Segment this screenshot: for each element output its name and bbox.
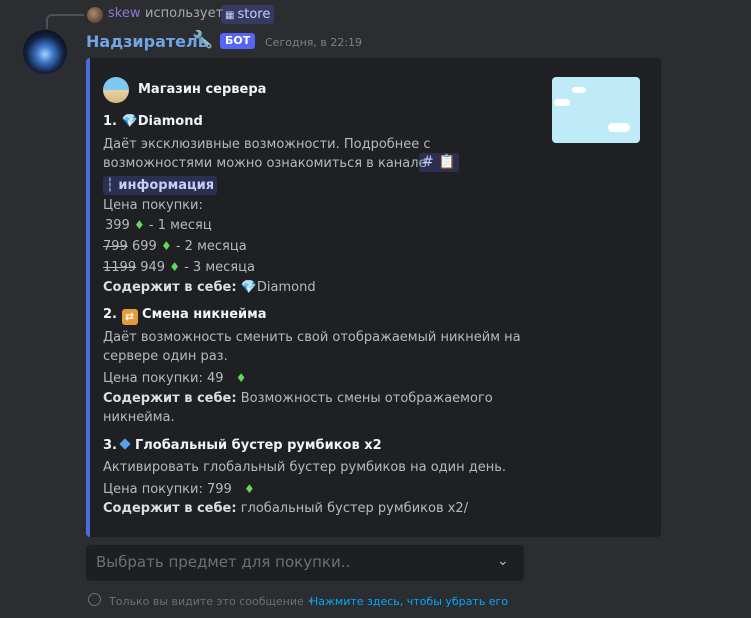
- eye-icon: [88, 593, 101, 606]
- price-period: - 1 месяц: [148, 218, 212, 233]
- embed-author-name: Магазин сервера: [138, 82, 267, 97]
- green-gem-icon: ♦: [133, 218, 145, 232]
- item-2-heading: 2. ⇄ Смена никнейма: [103, 307, 267, 325]
- wrench-icon: 🔧: [192, 30, 214, 50]
- item-3-contains: Содержит в себе: глобальный бустер румби…: [103, 500, 468, 518]
- green-gem-icon: ♦: [235, 371, 247, 385]
- bot-username[interactable]: Надзиратель: [86, 32, 208, 51]
- contains-value: Diamond: [256, 280, 316, 295]
- price-old: 799: [103, 239, 128, 254]
- item-2-price: Цена покупки: 49 ♦: [103, 369, 246, 388]
- purchase-select-placeholder: Выбрать предмет для покупки..: [96, 553, 351, 571]
- price-new: 399: [105, 218, 130, 233]
- price-new: 949: [140, 260, 166, 275]
- contains-label: Содержит в себе:: [103, 501, 237, 516]
- green-gem-icon: ♦: [243, 482, 255, 496]
- ephemeral-note: Только вы видите это сообщение •: [109, 595, 314, 608]
- bot-badge: БОТ: [220, 33, 256, 49]
- item-2-contains-cont: никнейма.: [103, 410, 175, 425]
- item-1-desc-2: возможностями можно ознакомиться в канал…: [103, 156, 427, 171]
- contains-label: Содержит в себе:: [103, 391, 237, 406]
- item-3-desc-1: Активировать глобальный бустер румбиков …: [103, 460, 506, 475]
- price-label: Цена покупки:: [103, 371, 203, 386]
- item-1-contains: Содержит в себе: 💎Diamond: [103, 279, 316, 297]
- swap-icon: ⇄: [121, 309, 138, 325]
- item-1-price-row-1: 399 ♦ - 1 месяц: [103, 216, 212, 235]
- item-1-price-row-3: 1199 949 ♦ - 3 месяца: [103, 258, 255, 277]
- channel-mention[interactable]: ┆ информация: [103, 176, 218, 195]
- gem-icon: 💎: [121, 114, 138, 129]
- contains-value: Возможность смены отображаемого: [240, 391, 493, 406]
- channel-mention-label: информация: [118, 178, 215, 193]
- item-2-desc-2: сервере один раз.: [103, 349, 228, 364]
- green-gem-icon: ♦: [160, 239, 172, 253]
- item-1-price-label: Цена покупки:: [103, 198, 203, 213]
- price-new: 699: [131, 239, 157, 254]
- reply-command-label: store: [237, 7, 271, 22]
- item-2-contains: Содержит в себе: Возможность смены отобр…: [103, 390, 493, 408]
- price-label: Цена покупки:: [103, 482, 203, 497]
- item-2-title: Смена никнейма: [142, 307, 267, 322]
- item-1-heading: 1. 💎Diamond: [103, 114, 203, 129]
- reply-avatar[interactable]: [87, 7, 103, 23]
- reply-username[interactable]: skew: [108, 6, 140, 21]
- contains-value: глобальный бустер румбиков x2/: [240, 501, 469, 516]
- reply-connector: [46, 14, 84, 29]
- embed-author-icon: [103, 77, 129, 103]
- item-3-price: Цена покупки: 799 ♦: [103, 480, 255, 499]
- gem-icon: 💎: [240, 280, 257, 295]
- green-gem-icon: ♦: [169, 260, 180, 274]
- channel-hash-icon[interactable]: # 📋: [419, 153, 459, 172]
- chevron-down-icon[interactable]: ⌄: [497, 553, 509, 569]
- item-3-number: 3.: [103, 438, 117, 453]
- embed-thumbnail[interactable]: [552, 77, 640, 143]
- item-3-heading: 3. Глобальный бустер румбиков x2: [103, 438, 382, 453]
- price-old: 1199: [103, 260, 137, 275]
- item-1-title: Diamond: [137, 114, 203, 129]
- contains-label: Содержит в себе:: [103, 280, 237, 295]
- item-3-title: Глобальный бустер румбиков x2: [134, 438, 382, 453]
- dismiss-link[interactable]: Нажмите здесь, чтобы убрать его: [310, 595, 508, 608]
- apps-icon: ▦: [225, 10, 235, 21]
- reply-command[interactable]: ▦ store: [221, 5, 275, 24]
- item-1-price-row-2: 799 699 ♦ - 2 месяца: [103, 237, 247, 256]
- message-timestamp: Сегодня, в 22:19: [265, 36, 363, 49]
- reply-uses-text: использует: [145, 6, 224, 21]
- item-2-number: 2.: [103, 307, 117, 322]
- price-value: 49: [207, 371, 224, 386]
- item-1-desc-1: Даёт эксклюзивные возможности. Подробнее…: [103, 137, 431, 152]
- item-2-desc-1: Даёт возможность сменить свой отображаем…: [103, 330, 521, 345]
- blue-diamond-icon: [119, 438, 131, 450]
- bot-avatar[interactable]: [23, 30, 67, 74]
- price-period: - 2 месяца: [175, 239, 247, 254]
- price-period: - 3 месяца: [184, 260, 255, 275]
- item-1-number: 1.: [103, 114, 117, 129]
- price-value: 799: [207, 482, 232, 497]
